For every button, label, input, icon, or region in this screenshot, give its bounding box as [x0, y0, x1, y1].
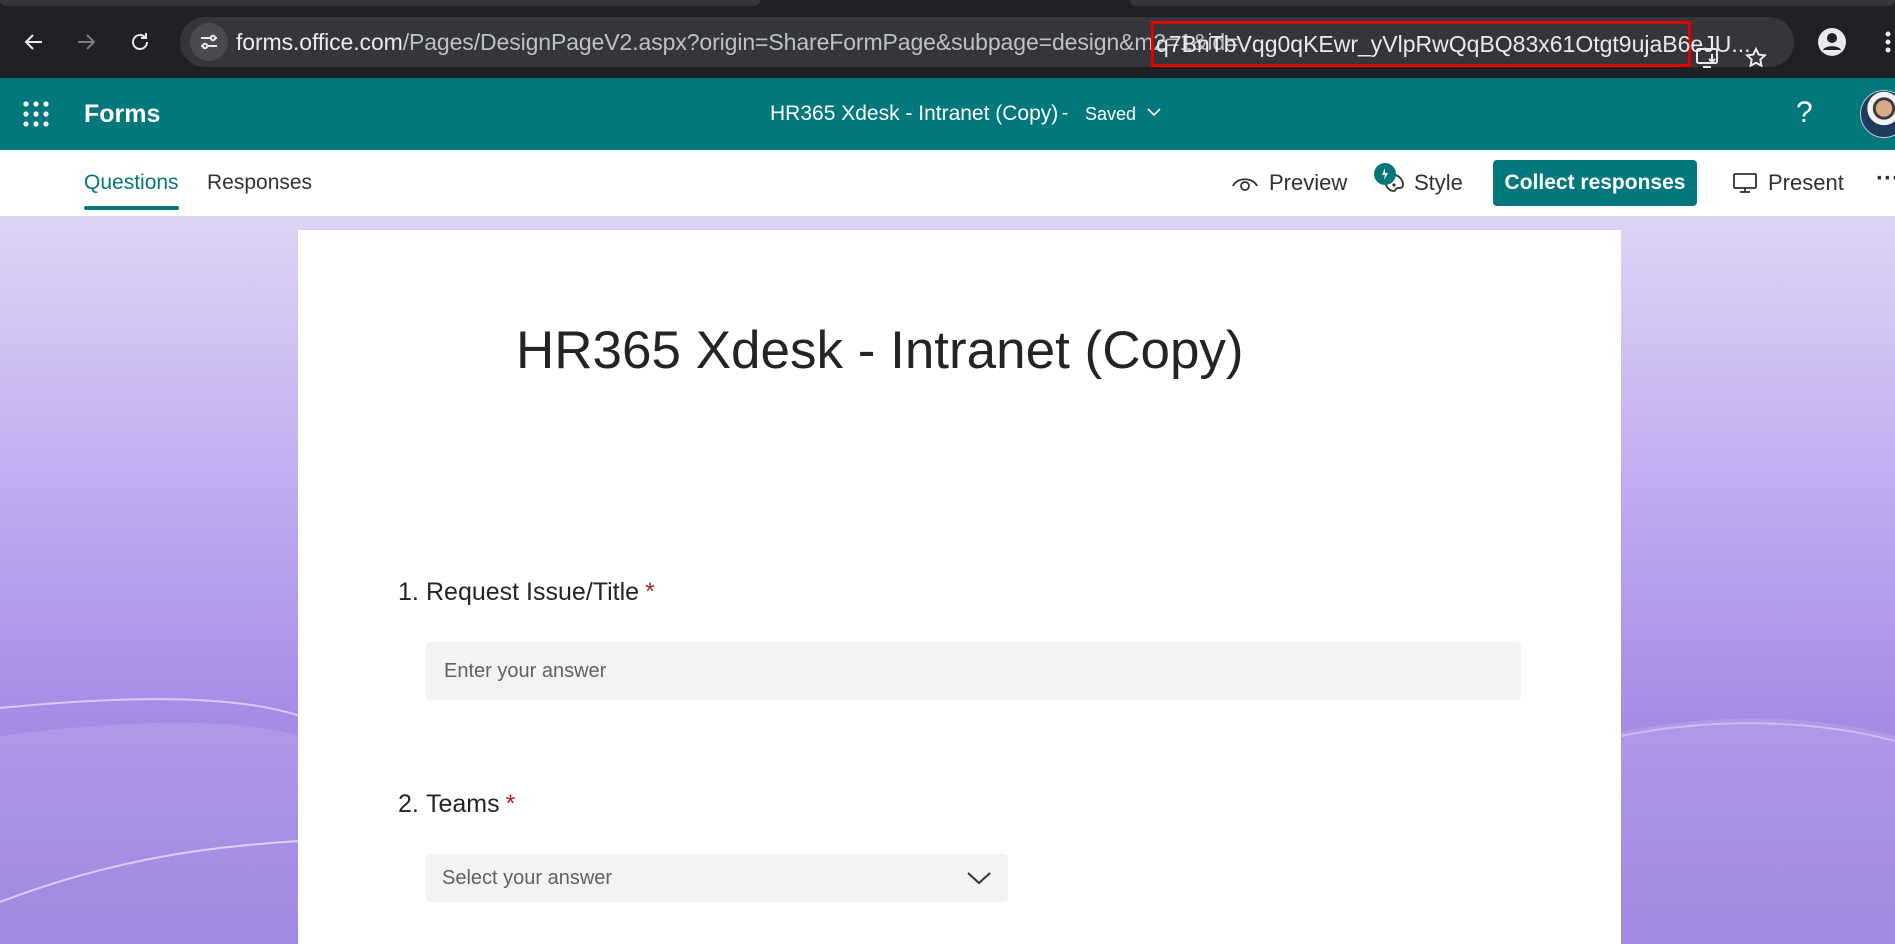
answer-placeholder: Enter your answer [444, 659, 607, 682]
url-path: /Pages/DesignPageV2.aspx?origin=ShareFor… [402, 29, 1239, 55]
question-label: Request Issue/Title [426, 578, 640, 606]
browser-chrome: forms.office.com/Pages/DesignPageV2.aspx… [0, 0, 1895, 78]
style-badge-icon [1374, 163, 1396, 185]
chevron-down-icon [967, 872, 991, 885]
preview-button[interactable]: Preview [1231, 150, 1347, 216]
answer-dropdown[interactable]: Select your answer [426, 854, 1008, 902]
profile-icon [1818, 28, 1846, 56]
form-canvas: HR365 Xdesk - Intranet (Copy) 1. Request… [0, 216, 1895, 944]
document-title[interactable]: HR365 Xdesk - Intranet (Copy) [770, 78, 1058, 150]
form-card: HR365 Xdesk - Intranet (Copy) 1. Request… [298, 230, 1621, 944]
active-tab-indicator [84, 206, 179, 210]
required-marker: * [505, 790, 516, 818]
vertical-dots-icon [1885, 31, 1891, 53]
required-marker: * [645, 578, 655, 606]
back-button[interactable] [14, 22, 54, 62]
form-title[interactable]: HR365 Xdesk - Intranet (Copy) [516, 320, 1244, 381]
reload-button[interactable] [120, 22, 160, 62]
question-title[interactable]: Request Issue/Title * [426, 578, 655, 607]
forward-button[interactable] [66, 22, 106, 62]
forward-arrow-icon [78, 34, 96, 50]
profile-button[interactable] [1812, 22, 1852, 62]
question-label: Teams [426, 790, 500, 818]
browser-tab[interactable] [0, 0, 760, 6]
app-name[interactable]: Forms [84, 78, 160, 150]
save-status[interactable]: Saved [1085, 78, 1136, 150]
form-toolbar: Questions Responses Preview Style Collec… [0, 150, 1895, 217]
collect-responses-button[interactable]: Collect responses [1493, 160, 1697, 206]
style-label: Style [1414, 170, 1463, 195]
monitor-icon [1733, 173, 1757, 193]
present-button[interactable]: Present [1732, 150, 1844, 216]
question-number: 1. [398, 578, 419, 606]
url-text: forms.office.com/Pages/DesignPageV2.aspx… [236, 17, 1239, 67]
eye-icon [1232, 178, 1258, 191]
help-button[interactable]: ? [1796, 96, 1813, 130]
back-arrow-icon [24, 34, 42, 50]
title-separator: - [1062, 103, 1069, 124]
reload-icon [132, 33, 148, 50]
url-id-highlight: q7BnTbVqg0qKEwr_yVlpRwQqBQ83x61Otgt9ujaB… [1151, 21, 1751, 67]
app-launcher-icon[interactable] [22, 100, 50, 128]
browser-menu-button[interactable] [1868, 22, 1895, 62]
app-header: Forms HR365 Xdesk - Intranet (Copy) - Sa… [0, 78, 1895, 150]
site-info-icon[interactable] [190, 23, 228, 61]
question-title[interactable]: Teams * [426, 790, 515, 819]
question-number: 2. [398, 790, 419, 818]
dropdown-placeholder: Select your answer [442, 866, 613, 889]
present-label: Present [1768, 170, 1844, 195]
url-id: q7BnTbVqg0qKEwr_yVlpRwQqBQ83x61Otgt9ujaB… [1156, 31, 1751, 57]
tab-responses[interactable]: Responses [207, 150, 312, 216]
preview-label: Preview [1269, 170, 1348, 195]
more-options-button[interactable]: ··· [1876, 150, 1895, 208]
answer-input[interactable]: Enter your answer [426, 642, 1521, 700]
browser-tab[interactable] [1130, 0, 1895, 6]
url-host: forms.office.com [236, 29, 403, 55]
chevron-down-icon[interactable] [1146, 106, 1162, 118]
